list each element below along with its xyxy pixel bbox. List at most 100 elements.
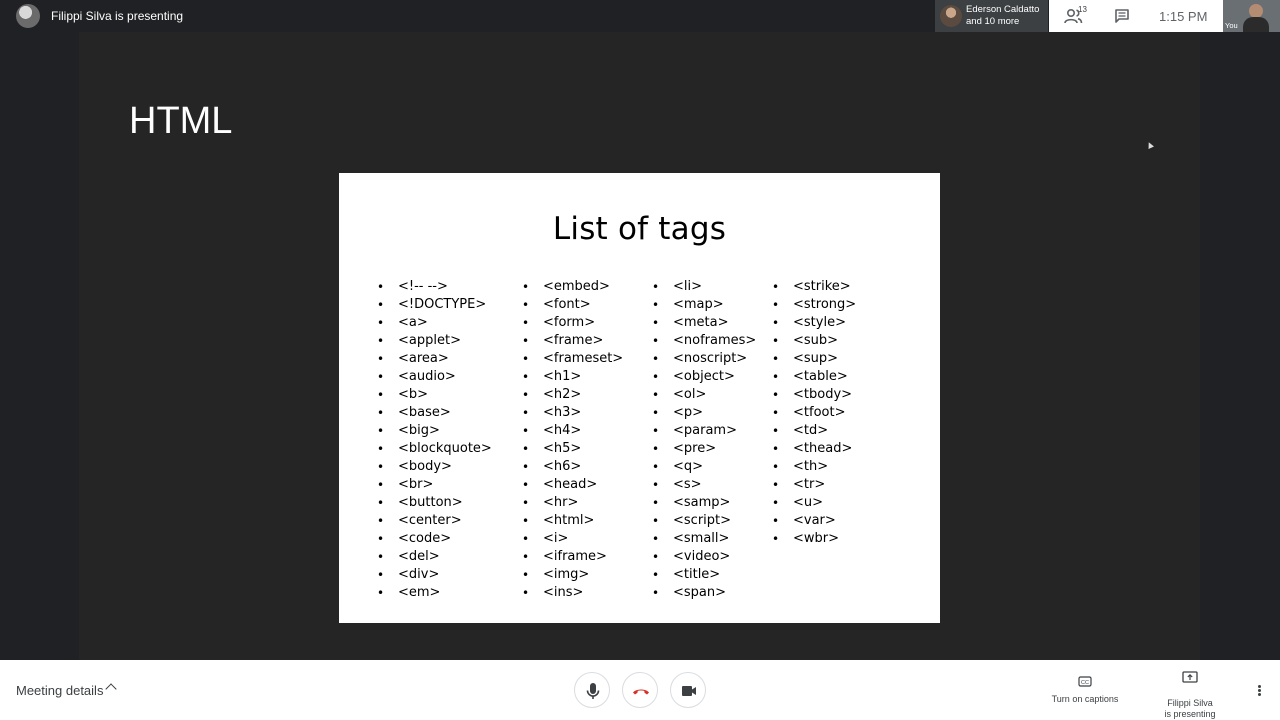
tag-list-item: <span> [652,584,756,602]
tag-list-item: <blockquote> [377,440,492,458]
tag-list-item: <!DOCTYPE> [377,296,492,314]
tag-list-item: <strike> [772,278,856,296]
self-video-tile[interactable]: You [1223,0,1280,32]
tag-list-item: <style> [772,314,856,332]
tag-list-item: <wbr> [772,530,856,548]
tag-list-item: <button> [377,494,492,512]
tag-list-item: <noframes> [652,332,756,350]
tag-list-item: <strong> [772,296,856,314]
microphone-icon [586,683,600,699]
chat-button[interactable] [1114,8,1130,24]
closed-captions-icon: CC [1078,676,1092,687]
mouse-cursor-icon [1146,141,1154,149]
tag-list-item: <b> [377,386,492,404]
tag-list-item: <a> [377,314,492,332]
tag-list-item: <del> [377,548,492,566]
tag-list-item: <font> [522,296,623,314]
tag-list-item: <embed> [522,278,623,296]
tag-list-item: <audio> [377,368,492,386]
tag-list-item: <s> [652,476,756,494]
tag-list-item: <applet> [377,332,492,350]
captions-label: Turn on captions [1051,694,1119,704]
participants-chip[interactable]: Ederson Caldatto and 10 more [935,0,1048,32]
tag-list-item: <tbody> [772,386,856,404]
tag-list-item: <div> [377,566,492,584]
tag-list-item: <map> [652,296,756,314]
tag-list-item: <br> [377,476,492,494]
participant-name: Ederson Caldatto [966,4,1040,15]
tag-list-item: <h2> [522,386,623,404]
presentation-title: HTML [129,100,233,142]
tag-list-item: <param> [652,422,756,440]
presenter-avatar [16,4,40,28]
tag-list-item: <noscript> [652,350,756,368]
tag-list-item: <p> [652,404,756,422]
tag-list-item: <i> [522,530,623,548]
presenting-label-line1: Filippi Silva [1167,698,1213,708]
top-bar: Filippi Silva is presenting Ederson Cald… [0,0,1280,32]
camera-button[interactable] [670,672,706,708]
leave-call-button[interactable] [622,672,658,708]
svg-text:CC: CC [1081,680,1089,686]
tag-list-item: <head> [522,476,623,494]
self-video-face [1249,4,1263,18]
presenting-label: Filippi Silva is presenting [51,9,184,23]
tag-list-item: <img> [522,566,623,584]
tag-list-item: <iframe> [522,548,623,566]
clock: 1:15 PM [1159,9,1208,24]
tag-list-item: <!-- --> [377,278,492,296]
tag-list-item: <video> [652,548,756,566]
tag-list-item: <script> [652,512,756,530]
video-camera-icon [682,686,696,696]
tag-list-item: <frameset> [522,350,623,368]
tag-list-item: <sup> [772,350,856,368]
tag-list-item: <q> [652,458,756,476]
people-count-badge: 13 [1078,5,1087,14]
phone-hangup-icon [633,689,649,695]
tag-list-item: <object> [652,368,756,386]
tag-list-column-1: <!-- --><!DOCTYPE><a><applet><area><audi… [377,278,492,602]
participant-more-count: and 10 more [966,16,1020,27]
tag-list-item: <sub> [772,332,856,350]
more-vertical-icon [1258,685,1261,688]
meeting-details-button[interactable]: Meeting details [16,683,103,698]
tag-list-item: <base> [377,404,492,422]
more-options-button[interactable] [1252,680,1268,700]
tag-list-item: <center> [377,512,492,530]
presenting-button[interactable]: Filippi Silva is presenting [1150,670,1230,719]
tag-list-item: <h1> [522,368,623,386]
present-screen-icon [1182,671,1198,683]
chat-icon [1115,9,1129,23]
tag-list-item: <meta> [652,314,756,332]
tag-list-item: <em> [377,584,492,602]
captions-button[interactable]: CC Turn on captions [1045,674,1125,714]
tag-list-item: <tr> [772,476,856,494]
tag-list-item: <area> [377,350,492,368]
more-vertical-icon-dot [1258,689,1261,692]
bottom-bar: Meeting details CC Turn on captions Fili [0,660,1280,720]
tag-list-item: <h6> [522,458,623,476]
tag-list-item: <td> [772,422,856,440]
participant-avatar [940,5,962,27]
tag-list-item: <table> [772,368,856,386]
presenting-label-line2: is presenting [1164,709,1216,719]
tag-list-column-2: <embed><font><form><frame><frameset><h1>… [522,278,623,602]
tag-list-item: <title> [652,566,756,584]
microphone-button[interactable] [574,672,610,708]
tag-list-item: <big> [377,422,492,440]
tag-list-item: <small> [652,530,756,548]
tag-list-item: <thead> [772,440,856,458]
slide: List of tags <!-- --><!DOCTYPE><a><apple… [339,173,940,623]
chevron-up-icon[interactable] [105,683,117,695]
tag-list-item: <h5> [522,440,623,458]
tag-list-item: <samp> [652,494,756,512]
self-video-body [1243,17,1269,32]
presentation-stage: HTML List of tags <!-- --><!DOCTYPE><a><… [79,32,1200,660]
tag-list-item: <u> [772,494,856,512]
tag-list-item: <frame> [522,332,623,350]
tag-list-item: <html> [522,512,623,530]
self-label: You [1225,21,1238,30]
top-controls-panel: 1:15 PM [1049,0,1223,32]
tag-list-column-4: <strike><strong><style><sub><sup><table>… [772,278,856,548]
tag-list-item: <th> [772,458,856,476]
